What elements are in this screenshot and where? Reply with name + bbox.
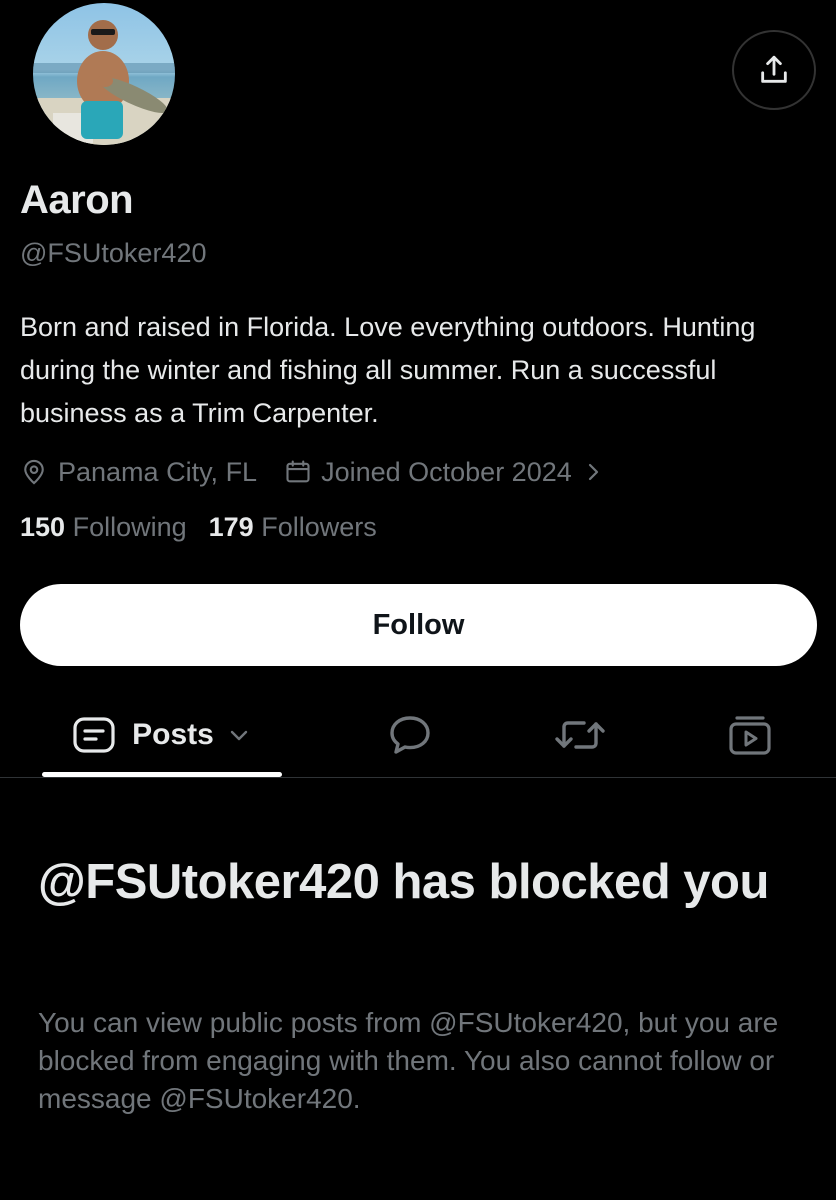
chevron-right-icon: [588, 463, 598, 481]
location-text: Panama City, FL: [58, 456, 258, 487]
followers-link[interactable]: 179 Followers: [209, 512, 377, 543]
blocked-title: @FSUtoker420 has blocked you: [38, 855, 769, 909]
tab-posts[interactable]: Posts: [40, 700, 282, 770]
tab-reposts[interactable]: [540, 700, 620, 770]
location: Panama City, FL: [20, 457, 257, 488]
display-name: Aaron: [20, 178, 134, 222]
following-count: 150: [20, 512, 66, 542]
blocked-message: You can view public posts from @FSUtoker…: [38, 1007, 779, 1114]
profile-bio: Born and raised in Florida. Love everyth…: [20, 312, 756, 428]
tab-posts-label: Posts: [132, 718, 214, 751]
location-pin-icon: [24, 459, 44, 485]
calendar-icon: [286, 460, 310, 483]
repost-icon: [555, 721, 605, 749]
avatar-image: [33, 3, 175, 145]
tab-replies[interactable]: [370, 700, 450, 770]
avatar[interactable]: [30, 0, 178, 148]
following-label: Following: [72, 512, 187, 542]
follow-button[interactable]: Follow: [20, 584, 817, 666]
followers-count: 179: [208, 512, 254, 542]
chevron-down-icon: [230, 730, 248, 741]
joined-text: Joined October 2024: [321, 456, 572, 487]
reply-bubble-icon: [390, 716, 430, 754]
following-link[interactable]: 150 Following: [20, 512, 187, 543]
profile-handle: @FSUtoker420: [20, 238, 207, 268]
follow-counts: 150 Following 179 Followers: [20, 512, 377, 543]
profile-page: Aaron @FSUtoker420 Born and raised in Fl…: [0, 0, 836, 1200]
video-media-icon: [729, 716, 771, 755]
profile-tabs: Posts: [0, 700, 836, 778]
share-button[interactable]: [732, 30, 816, 110]
posts-icon: [73, 717, 115, 753]
joined-date[interactable]: Joined October 2024: [283, 457, 604, 488]
share-icon: [761, 55, 787, 83]
tabs-divider: [0, 777, 836, 778]
followers-label: Followers: [261, 512, 377, 542]
tab-media[interactable]: [710, 700, 790, 770]
profile-meta: Panama City, FL Joined October 2024: [20, 452, 604, 492]
